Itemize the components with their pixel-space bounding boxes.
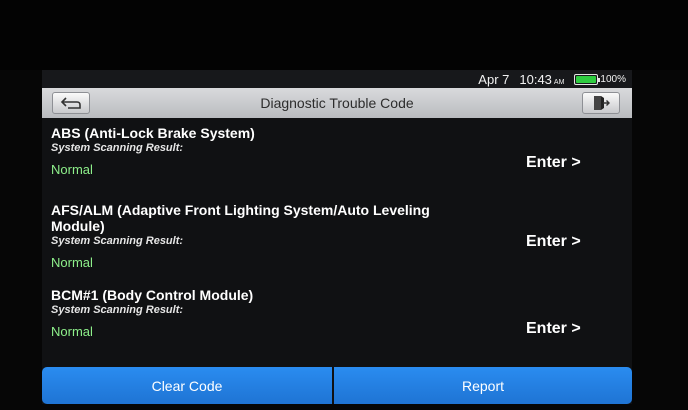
back-button[interactable] bbox=[52, 92, 90, 114]
list-item-abs[interactable]: ABS (Anti-Lock Brake System) System Scan… bbox=[42, 118, 632, 196]
bottom-action-bar: Clear Code Report bbox=[42, 367, 632, 404]
report-button[interactable]: Report bbox=[334, 367, 632, 404]
device-bezel bbox=[0, 0, 688, 70]
list-item-bcm[interactable]: BCM#1 (Body Control Module) System Scann… bbox=[42, 282, 632, 352]
system-name-line2: Module) bbox=[51, 218, 105, 234]
title-bar: Diagnostic Trouble Code bbox=[42, 88, 632, 118]
battery-fill bbox=[576, 75, 597, 83]
scan-result-label: System Scanning Result: bbox=[51, 304, 184, 316]
system-name: BCM#1 (Body Control Module) bbox=[51, 287, 254, 303]
battery-indicator: 100% bbox=[574, 73, 626, 85]
exit-door-icon bbox=[594, 96, 610, 110]
enter-button[interactable]: Enter > bbox=[526, 320, 581, 338]
scan-result-label: System Scanning Result: bbox=[51, 142, 184, 154]
status-ampm: AM bbox=[553, 78, 565, 86]
enter-button[interactable]: Enter > bbox=[526, 154, 581, 172]
status-bar: Apr 7 10:43 AM 100% bbox=[42, 70, 632, 88]
list-item-afs-alm[interactable]: AFS/ALM (Adaptive Front Lighting System/… bbox=[42, 196, 632, 282]
scanner-screen: Apr 7 10:43 AM 100% Diagnostic Trouble C… bbox=[42, 70, 632, 404]
exit-button[interactable] bbox=[582, 92, 620, 114]
system-list: ABS (Anti-Lock Brake System) System Scan… bbox=[42, 118, 632, 352]
scan-result-status: Normal bbox=[51, 255, 93, 270]
battery-icon bbox=[574, 73, 601, 85]
system-name: ABS (Anti-Lock Brake System) bbox=[51, 125, 255, 141]
system-name-line1: AFS/ALM (Adaptive Front Lighting System/… bbox=[51, 202, 430, 218]
status-time: 10:43 AM bbox=[519, 72, 564, 87]
battery-percent: 100% bbox=[600, 73, 626, 85]
status-date: Apr 7 bbox=[478, 71, 510, 87]
page-title: Diagnostic Trouble Code bbox=[260, 95, 414, 111]
clear-code-button[interactable]: Clear Code bbox=[42, 367, 332, 404]
status-time-value: 10:43 bbox=[519, 71, 552, 87]
enter-button[interactable]: Enter > bbox=[526, 233, 581, 251]
back-arrow-icon bbox=[60, 97, 81, 109]
